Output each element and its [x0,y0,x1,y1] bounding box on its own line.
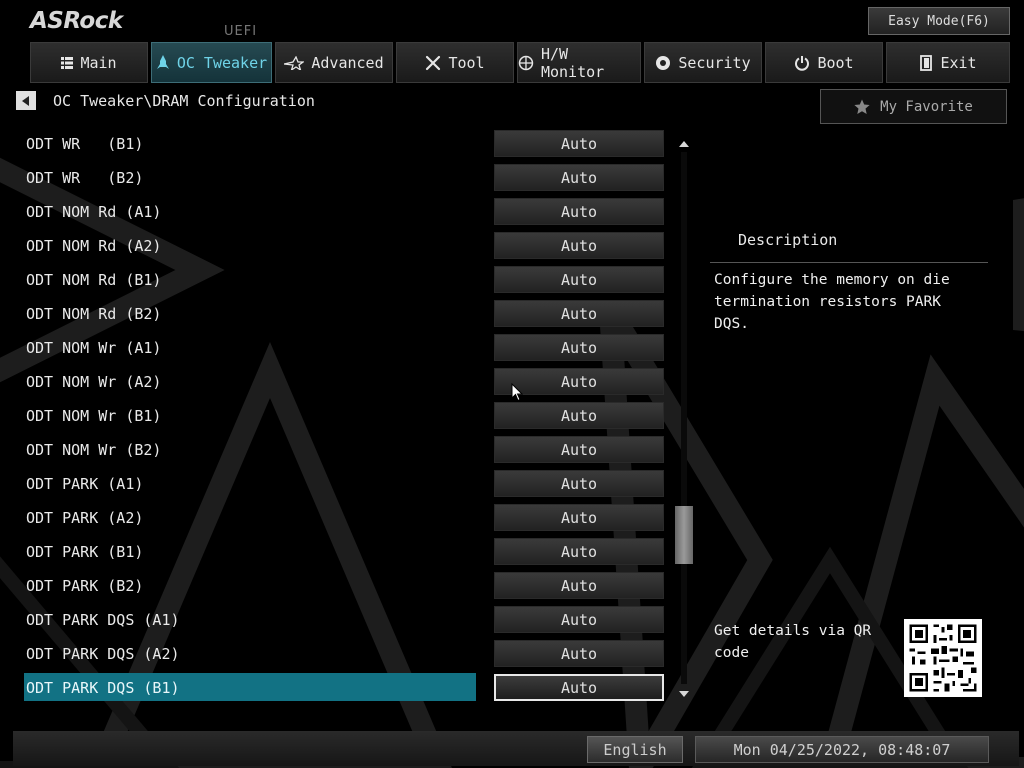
setting-row[interactable]: ODT NOM Wr (A2) Auto [0,365,700,399]
uefi-label: UEFI [224,24,258,39]
power-icon [795,55,810,71]
setting-row[interactable]: ODT PARK DQS (A2) Auto [0,637,700,671]
tab-hw-monitor[interactable]: H/W Monitor [517,42,641,83]
tab-hw-monitor-label: H/W Monitor [540,44,605,81]
setting-row[interactable]: ODT PARK (A2) Auto [0,501,700,535]
setting-label: ODT NOM Rd (B1) [26,271,162,289]
my-favorite-label: My Favorite [880,98,973,115]
setting-row[interactable]: ODT NOM Rd (A2) Auto [0,229,700,263]
setting-row[interactable]: ODT NOM Rd (B2) Auto [0,297,700,331]
setting-row[interactable]: ODT PARK (B2) Auto [0,569,700,603]
main-navigation: Main OC Tweaker Advanced Tool H/W Monito… [30,42,1018,85]
tab-main[interactable]: Main [30,42,148,83]
setting-label: ODT NOM Rd (B2) [26,305,162,323]
setting-value-button[interactable]: Auto [494,436,664,463]
scrollbar-thumb[interactable] [675,506,693,564]
setting-row[interactable]: ODT PARK DQS (A1) Auto [0,603,700,637]
setting-row-selected[interactable]: ODT PARK DQS (B1) Auto [0,671,700,705]
qr-caption: Get details via QR code [714,623,872,661]
setting-value-button[interactable]: Auto [494,674,664,701]
monitor-globe-icon [518,55,534,70]
setting-value-button[interactable]: Auto [494,572,664,599]
scroll-up-arrow-icon[interactable] [677,138,691,150]
setting-row[interactable]: ODT WR (B1) Auto [0,127,700,161]
setting-label: ODT NOM Wr (A2) [26,373,162,391]
setting-label: ODT PARK DQS (A2) [26,645,180,663]
tab-tool[interactable]: Tool [396,42,514,83]
mouse-cursor-icon [511,383,523,402]
setting-label: ODT WR (B1) [26,135,144,153]
setting-value-button[interactable]: Auto [494,538,664,565]
star-icon [854,99,870,114]
setting-value-button[interactable]: Auto [494,606,664,633]
setting-label: ODT PARK (B1) [26,543,144,561]
setting-label: ODT NOM Wr (B1) [26,407,162,425]
tab-exit-label: Exit [940,53,977,72]
setting-row[interactable]: ODT NOM Wr (B1) Auto [0,399,700,433]
tab-main-label: Main [80,53,117,72]
rocket-icon [156,54,169,69]
setting-row[interactable]: ODT WR (B2) Auto [0,161,700,195]
setting-label: ODT NOM Wr (A1) [26,339,162,357]
setting-value-button[interactable]: Auto [494,504,664,531]
setting-value-button[interactable]: Auto [494,300,664,327]
setting-value-button[interactable]: Auto [494,266,664,293]
easy-mode-button[interactable]: Easy Mode(F6) [868,7,1010,35]
tab-security-label: Security [678,53,751,72]
setting-row[interactable]: ODT NOM Rd (B1) Auto [0,263,700,297]
breadcrumb: OC Tweaker\DRAM Configuration [53,92,315,110]
tab-security[interactable]: Security [644,42,762,83]
description-title: Description [738,231,838,249]
tab-advanced-label: Advanced [311,53,384,72]
setting-value-button[interactable]: Auto [494,640,664,667]
tools-icon [426,55,441,70]
language-button[interactable]: English [587,736,683,763]
setting-label: ODT PARK (A1) [26,475,144,493]
setting-row[interactable]: ODT NOM Wr (A1) Auto [0,331,700,365]
setting-row[interactable]: ODT NOM Rd (A1) Auto [0,195,700,229]
tab-advanced[interactable]: Advanced [275,42,393,83]
back-button[interactable] [16,91,36,110]
setting-row[interactable]: ODT PARK (A1) Auto [0,467,700,501]
setting-label: ODT PARK DQS (A1) [26,611,180,629]
tab-tool-label: Tool [448,53,485,72]
shield-icon [656,55,671,70]
scroll-down-arrow-icon[interactable] [677,688,691,700]
list-icon [61,56,74,69]
my-favorite-button[interactable]: My Favorite [820,89,1007,124]
setting-value-button[interactable]: Auto [494,402,664,429]
setting-value-button[interactable]: Auto [494,334,664,361]
asrock-logo: ASRock [30,8,123,34]
exit-door-icon [920,54,933,71]
setting-label: ODT NOM Rd (A2) [26,237,162,255]
setting-label: ODT NOM Rd (A1) [26,203,162,221]
tab-boot[interactable]: Boot [765,42,883,83]
setting-row[interactable]: ODT NOM Wr (B2) Auto [0,433,700,467]
settings-list: ODT WR (B1) Auto ODT WR (B2) Auto ODT NOM … [0,127,700,705]
setting-label: ODT PARK (B2) [26,577,144,595]
back-arrow-icon [22,95,29,106]
setting-value-button[interactable]: Auto [494,164,664,191]
setting-label: ODT NOM Wr (B2) [26,441,162,459]
tab-oc-tweaker[interactable]: OC Tweaker [151,42,272,83]
setting-value-button[interactable]: Auto [494,470,664,497]
tab-exit[interactable]: Exit [886,42,1010,83]
star-plane-icon [284,55,305,70]
description-divider [710,262,988,263]
tab-oc-tweaker-label: OC Tweaker [176,53,268,72]
scrollbar-track[interactable] [681,152,687,684]
qr-code-icon [904,619,982,697]
setting-label: ODT PARK DQS (B1) [26,679,180,697]
description-text: Configure the memory on die termination … [714,272,950,332]
setting-value-button[interactable]: Auto [494,130,664,157]
setting-label: ODT PARK (A2) [26,509,144,527]
setting-label: ODT WR (B2) [26,169,144,187]
tab-boot-label: Boot [817,53,854,72]
setting-value-button[interactable]: Auto [494,198,664,225]
datetime-display: Mon 04/25/2022, 08:48:07 [695,736,989,763]
setting-value-button[interactable]: Auto [494,232,664,259]
setting-row[interactable]: ODT PARK (B1) Auto [0,535,700,569]
